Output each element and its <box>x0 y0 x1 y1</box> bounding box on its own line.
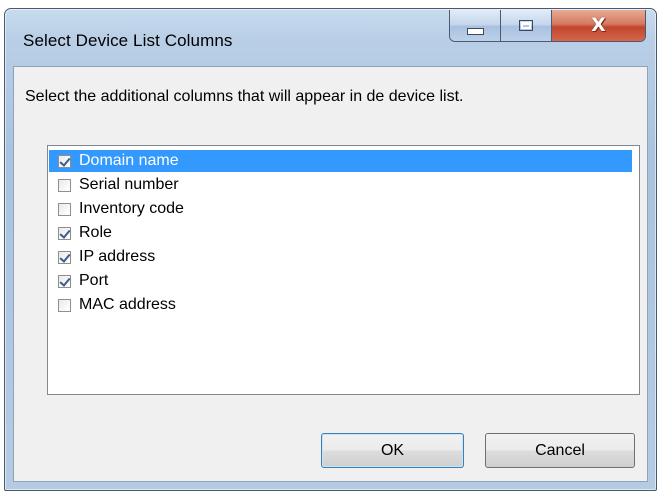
close-button[interactable]: X <box>552 10 645 41</box>
list-item[interactable]: Inventory code <box>49 198 632 220</box>
checkbox-checked[interactable] <box>58 250 71 264</box>
checkbox-checked[interactable] <box>58 154 71 168</box>
checkbox-unchecked[interactable] <box>58 298 71 312</box>
minimize-button[interactable] <box>450 10 501 41</box>
checkbox-unchecked[interactable] <box>58 202 71 216</box>
checkbox-checked[interactable] <box>58 274 71 288</box>
list-item-label: IP address <box>79 248 156 265</box>
list-item[interactable]: Port <box>49 270 632 292</box>
list-item[interactable]: Serial number <box>49 174 632 196</box>
minimize-icon <box>466 28 484 35</box>
window-title: Select Device List Columns <box>23 31 233 50</box>
list-item-label: Serial number <box>79 176 179 193</box>
list-item-label: Port <box>79 272 109 289</box>
caption-buttons: X <box>449 10 646 42</box>
checkbox-unchecked[interactable] <box>58 178 71 192</box>
close-icon: X <box>591 14 606 36</box>
list-item-label: Domain name <box>79 152 179 169</box>
list-item[interactable]: MAC address <box>49 294 632 316</box>
instruction-text: Select the additional columns that will … <box>25 88 464 105</box>
list-item-label: MAC address <box>79 296 176 313</box>
checkbox-checked[interactable] <box>58 226 71 240</box>
ok-button[interactable]: OK <box>321 433 464 468</box>
title-bar[interactable]: Select Device List Columns X <box>5 9 656 67</box>
list-item[interactable]: Role <box>49 222 632 244</box>
list-item-label: Inventory code <box>79 200 184 217</box>
list-item-label: Role <box>79 224 112 241</box>
list-item[interactable]: IP address <box>49 246 632 268</box>
maximize-button[interactable] <box>501 10 552 41</box>
column-checklist[interactable]: Domain name Serial number Inventory code Ro… <box>47 145 640 395</box>
list-item[interactable]: Domain name <box>49 150 632 172</box>
cancel-button[interactable]: Cancel <box>485 433 635 468</box>
maximize-icon <box>519 20 533 31</box>
